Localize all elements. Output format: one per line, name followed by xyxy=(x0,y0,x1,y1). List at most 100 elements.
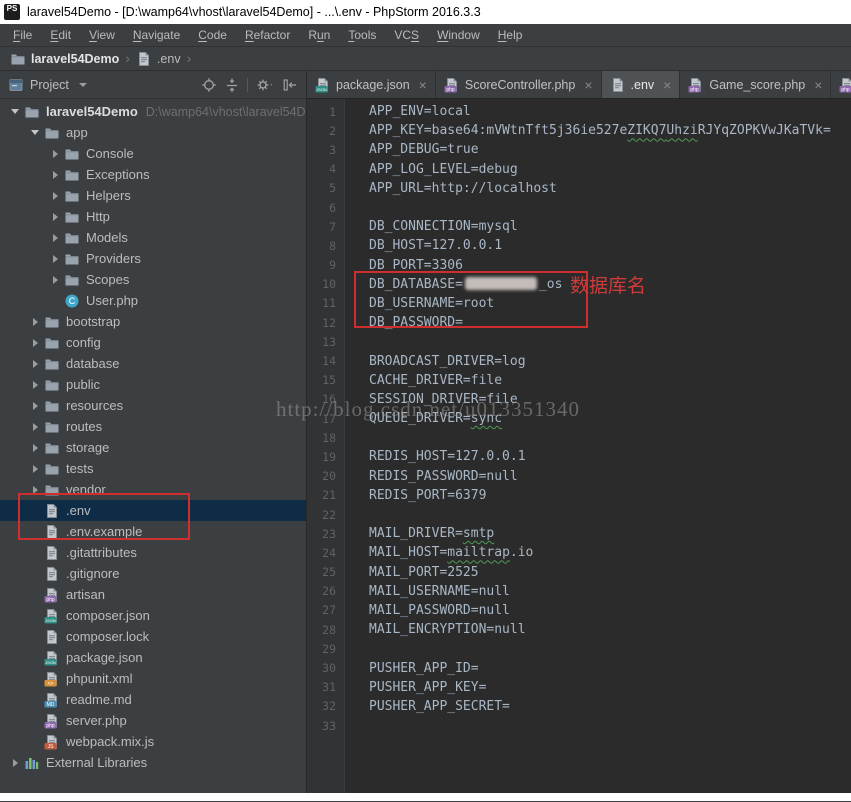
tab-partial[interactable]: php xyxy=(831,71,851,98)
tree-item-package-json[interactable]: JSONpackage.json xyxy=(0,647,306,668)
tab-scorecontroller-php[interactable]: phpScoreController.php× xyxy=(436,71,602,98)
tree-item-config[interactable]: config xyxy=(0,332,306,353)
tree-item-vendor[interactable]: vendor xyxy=(0,479,306,500)
tree-item-server-php[interactable]: phpserver.php xyxy=(0,710,306,731)
line-text[interactable]: MAIL_HOST=mailtrap.io xyxy=(345,545,533,560)
line-text[interactable]: SESSION_DRIVER=file xyxy=(345,392,518,407)
tab-game-score-php[interactable]: phpGame_score.php× xyxy=(680,71,831,98)
line-text[interactable]: APP_URL=http://localhost xyxy=(345,181,557,196)
line-text[interactable]: DB_DATABASE=_os xyxy=(345,277,562,292)
line-text[interactable]: DB_CONNECTION=mysql xyxy=(345,219,518,234)
chevron-collapsed-icon[interactable] xyxy=(46,150,64,158)
hide-panel-icon[interactable] xyxy=(282,77,298,93)
line-text[interactable]: REDIS_PORT=6379 xyxy=(345,488,486,503)
tree-item-exceptions[interactable]: Exceptions xyxy=(0,164,306,185)
line-text[interactable]: PUSHER_APP_ID= xyxy=(345,661,479,676)
tab-env[interactable]: .env× xyxy=(602,71,681,98)
tree-item-routes[interactable]: routes xyxy=(0,416,306,437)
chevron-collapsed-icon[interactable] xyxy=(26,381,44,389)
line-text[interactable]: DB_PASSWORD= xyxy=(345,315,463,330)
chevron-collapsed-icon[interactable] xyxy=(26,465,44,473)
tree-item-resources[interactable]: resources xyxy=(0,395,306,416)
line-text[interactable]: MAIL_USERNAME=null xyxy=(345,584,510,599)
chevron-collapsed-icon[interactable] xyxy=(46,213,64,221)
tree-item-database[interactable]: database xyxy=(0,353,306,374)
chevron-collapsed-icon[interactable] xyxy=(46,192,64,200)
tree-item-models[interactable]: Models xyxy=(0,227,306,248)
chevron-collapsed-icon[interactable] xyxy=(26,339,44,347)
close-icon[interactable]: × xyxy=(419,78,427,92)
tree-item-phpunit-xml[interactable]: <>phpunit.xml xyxy=(0,668,306,689)
chevron-expanded-icon[interactable] xyxy=(6,109,24,114)
tree-item-env-example[interactable]: .env.example xyxy=(0,521,306,542)
tree-item-app[interactable]: app xyxy=(0,122,306,143)
menu-item-edit[interactable]: Edit xyxy=(41,28,80,42)
line-text[interactable]: DB_PORT=3306 xyxy=(345,258,463,273)
menu-item-navigate[interactable]: Navigate xyxy=(124,28,189,42)
chevron-collapsed-icon[interactable] xyxy=(46,255,64,263)
chevron-collapsed-icon[interactable] xyxy=(26,402,44,410)
line-text[interactable]: QUEUE_DRIVER=sync xyxy=(345,411,502,426)
line-text[interactable]: REDIS_PASSWORD=null xyxy=(345,469,518,484)
menu-item-tools[interactable]: Tools xyxy=(339,28,385,42)
tree-item-gitattributes[interactable]: .gitattributes xyxy=(0,542,306,563)
menu-item-code[interactable]: Code xyxy=(189,28,236,42)
line-text[interactable]: DB_USERNAME=root xyxy=(345,296,494,311)
menu-item-vcs[interactable]: VCS xyxy=(385,28,428,42)
tree-item-bootstrap[interactable]: bootstrap xyxy=(0,311,306,332)
line-text[interactable]: APP_DEBUG=true xyxy=(345,142,479,157)
line-text[interactable]: APP_LOG_LEVEL=debug xyxy=(345,162,518,177)
line-text[interactable]: REDIS_HOST=127.0.0.1 xyxy=(345,449,526,464)
gear-icon[interactable] xyxy=(255,77,275,93)
chevron-collapsed-icon[interactable] xyxy=(46,171,64,179)
chevron-expanded-icon[interactable] xyxy=(26,130,44,135)
chevron-collapsed-icon[interactable] xyxy=(46,276,64,284)
line-text[interactable]: CACHE_DRIVER=file xyxy=(345,373,502,388)
line-text[interactable]: MAIL_PORT=2525 xyxy=(345,565,479,580)
tree-item-readme-md[interactable]: MDreadme.md xyxy=(0,689,306,710)
chevron-collapsed-icon[interactable] xyxy=(6,759,24,767)
menu-item-window[interactable]: Window xyxy=(428,28,489,42)
tree-item-storage[interactable]: storage xyxy=(0,437,306,458)
close-icon[interactable]: × xyxy=(814,78,822,92)
chevron-collapsed-icon[interactable] xyxy=(26,360,44,368)
project-tool-button[interactable]: Project xyxy=(8,77,87,93)
line-text[interactable]: MAIL_DRIVER=smtp xyxy=(345,526,494,541)
tree-item-user-php[interactable]: CUser.php xyxy=(0,290,306,311)
tree-item-laravel54demo[interactable]: laravel54DemoD:\wamp64\vhost\laravel54De… xyxy=(0,101,306,122)
line-text[interactable]: APP_ENV=local xyxy=(345,104,471,119)
menu-item-view[interactable]: View xyxy=(80,28,124,42)
close-icon[interactable]: × xyxy=(663,78,671,92)
chevron-collapsed-icon[interactable] xyxy=(26,318,44,326)
tree-item-composer-json[interactable]: JSONcomposer.json xyxy=(0,605,306,626)
line-text[interactable]: DB_HOST=127.0.0.1 xyxy=(345,238,502,253)
tree-item-webpack-mix-js[interactable]: JSwebpack.mix.js xyxy=(0,731,306,752)
tree-item-console[interactable]: Console xyxy=(0,143,306,164)
chevron-collapsed-icon[interactable] xyxy=(26,423,44,431)
collapse-all-icon[interactable] xyxy=(224,77,240,93)
menu-item-file[interactable]: File xyxy=(4,28,41,42)
tree-item-tests[interactable]: tests xyxy=(0,458,306,479)
line-text[interactable]: MAIL_ENCRYPTION=null xyxy=(345,622,526,637)
breadcrumb-item-laravel54demo[interactable]: laravel54Demo xyxy=(10,51,119,67)
tree-item-helpers[interactable]: Helpers xyxy=(0,185,306,206)
chevron-collapsed-icon[interactable] xyxy=(46,234,64,242)
tree-item-composer-lock[interactable]: composer.lock xyxy=(0,626,306,647)
menu-item-run[interactable]: Run xyxy=(299,28,339,42)
close-icon[interactable]: × xyxy=(584,78,592,92)
chevron-collapsed-icon[interactable] xyxy=(26,444,44,452)
locate-icon[interactable] xyxy=(201,77,217,93)
tab-package-json[interactable]: JSONpackage.json× xyxy=(307,71,436,98)
tree-item-scopes[interactable]: Scopes xyxy=(0,269,306,290)
line-text[interactable]: BROADCAST_DRIVER=log xyxy=(345,354,526,369)
line-text[interactable]: MAIL_PASSWORD=null xyxy=(345,603,510,618)
tree-item-artisan[interactable]: phpartisan xyxy=(0,584,306,605)
menu-item-refactor[interactable]: Refactor xyxy=(236,28,299,42)
menu-item-help[interactable]: Help xyxy=(489,28,532,42)
tree-item-public[interactable]: public xyxy=(0,374,306,395)
tree-item-external-libraries[interactable]: External Libraries xyxy=(0,752,306,773)
line-text[interactable]: PUSHER_APP_SECRET= xyxy=(345,699,510,714)
tree-item-gitignore[interactable]: .gitignore xyxy=(0,563,306,584)
line-text[interactable]: APP_KEY=base64:mVWtnTft5j36ie527eZIKQ7Uh… xyxy=(345,123,831,138)
chevron-collapsed-icon[interactable] xyxy=(26,486,44,494)
